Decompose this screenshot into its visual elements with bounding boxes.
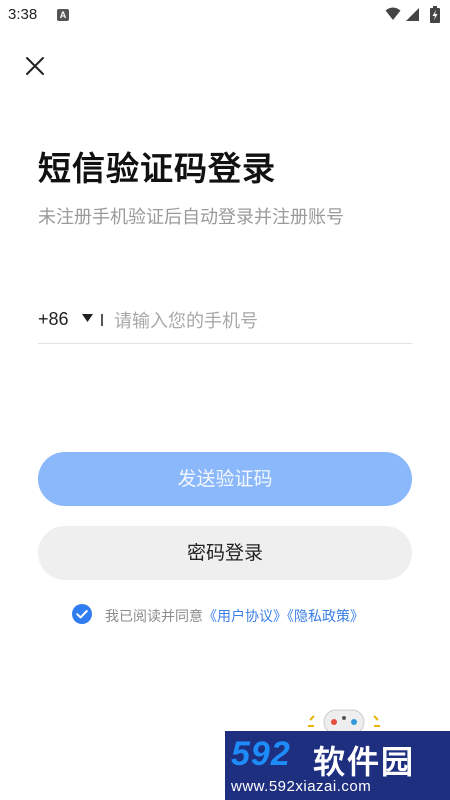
country-code-selector[interactable]: +86 [38, 309, 69, 330]
battery-charging-icon [430, 6, 440, 23]
send-code-button[interactable]: 发送验证码 [38, 452, 412, 506]
status-time: 3:38 [8, 6, 38, 23]
phone-input-row: +86 [38, 302, 412, 344]
status-bar: 3:38 A [0, 0, 450, 32]
caret-down-icon[interactable] [82, 314, 93, 323]
checkbox-checked-icon[interactable] [72, 604, 92, 624]
site-watermark: 592 软件园 www.592xiazai.com [225, 731, 450, 800]
watermark-name: 软件园 [313, 743, 416, 781]
password-login-button[interactable]: 密码登录 [38, 526, 412, 580]
phone-number-input[interactable] [114, 305, 410, 337]
agreement-text: 我已阅读并同意《用户协议》《隐私政策》 [105, 606, 364, 626]
agreement-prefix: 我已阅读并同意 [105, 609, 203, 625]
privacy-policy-link[interactable]: 《隐私政策》 [287, 609, 364, 625]
watermark-url: www.592xiazai.com [231, 778, 372, 795]
watermark-logo: 592 [231, 735, 291, 773]
close-button[interactable] [22, 53, 48, 79]
close-icon [26, 57, 44, 75]
input-divider [101, 314, 103, 326]
signal-icon [406, 8, 419, 21]
app-notification-icon: A [57, 9, 69, 21]
page-title: 短信验证码登录 [38, 149, 276, 188]
page-subtitle: 未注册手机验证后自动登录并注册账号 [38, 207, 344, 228]
wifi-icon [385, 7, 401, 20]
user-agreement-link[interactable]: 《用户协议》 [203, 609, 287, 625]
